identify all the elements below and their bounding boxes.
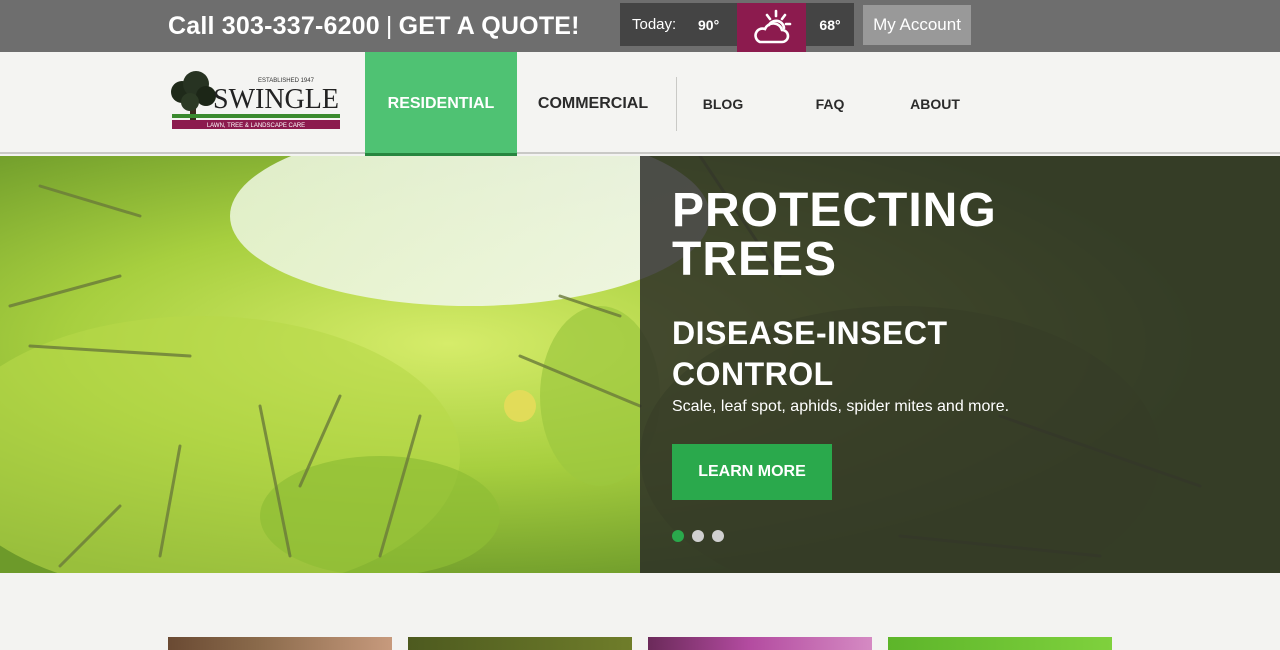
partly-cloudy-icon	[737, 3, 806, 52]
weather-widget: Today: 90° 68°	[620, 3, 854, 52]
phone-link[interactable]: Call 303-337-6200	[168, 12, 380, 40]
hero-description: Scale, leaf spot, aphids, spider mites a…	[672, 398, 1010, 415]
site-header: ESTABLISHED 1947 SWINGLE LAWN, TREE & LA…	[0, 52, 1280, 158]
logo-tagline: LAWN, TREE & LANDSCAPE CARE	[207, 123, 305, 129]
top-utility-bar: Call 303-337-6200 | GET A QUOTE! Today: 90…	[0, 0, 1280, 52]
hero-slider: PROTECTING TREES DISEASE-INSECT CONTROL …	[0, 156, 1280, 573]
nav-commercial[interactable]: COMMERCIAL	[517, 52, 669, 154]
weather-low: 68°	[806, 3, 854, 46]
feature-thumbnail-2[interactable]	[408, 637, 632, 650]
logo-wordmark: SWINGLE	[213, 84, 339, 115]
my-account-button[interactable]: My Account	[863, 5, 971, 45]
get-quote-link[interactable]: GET A QUOTE!	[399, 12, 580, 40]
feature-thumbnail-3[interactable]	[648, 637, 872, 650]
contact-line: Call 303-337-6200 | GET A QUOTE!	[168, 9, 580, 43]
weather-today: Today: 90°	[620, 3, 737, 46]
weather-today-label: Today:	[632, 16, 677, 33]
feature-thumbnail-4[interactable]	[888, 637, 1112, 650]
weather-high: 90°	[698, 16, 720, 33]
separator: |	[385, 12, 393, 40]
slider-dot-2[interactable]	[692, 530, 704, 542]
feature-thumbnail-1[interactable]	[168, 637, 392, 650]
nav-blog[interactable]: BLOG	[690, 52, 756, 154]
learn-more-button[interactable]: LEARN MORE	[672, 444, 832, 500]
swingle-logo[interactable]: ESTABLISHED 1947 SWINGLE LAWN, TREE & LA…	[168, 68, 344, 134]
nav-faq[interactable]: FAQ	[800, 52, 860, 154]
nav-about[interactable]: ABOUT	[900, 52, 970, 154]
hero-subtitle: DISEASE-INSECT CONTROL	[672, 315, 948, 392]
hero-title: PROTECTING TREES	[672, 184, 997, 286]
slider-dot-1[interactable]	[672, 530, 684, 542]
slider-dot-3[interactable]	[712, 530, 724, 542]
slider-dots	[672, 530, 724, 542]
nav-residential[interactable]: RESIDENTIAL	[365, 52, 517, 158]
nav-divider	[676, 77, 677, 131]
